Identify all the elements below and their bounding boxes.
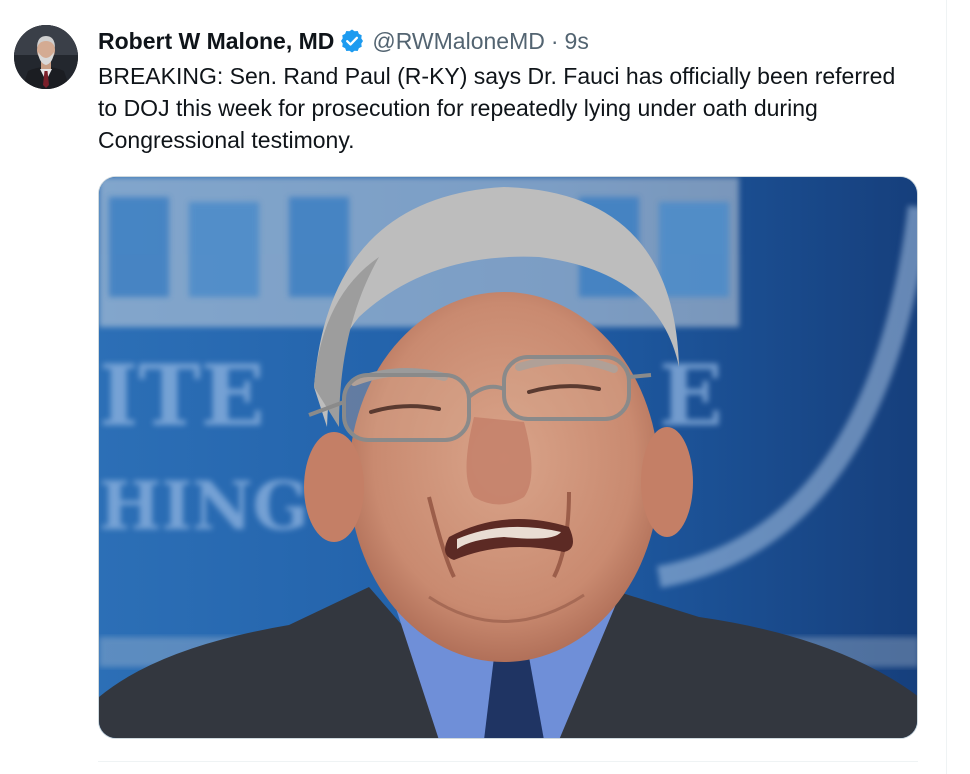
author-handle[interactable]: @RWMaloneMD xyxy=(372,24,544,58)
profile-avatar[interactable] xyxy=(14,25,78,89)
tweet-text: BREAKING: Sen. Rand Paul (R-KY) says Dr.… xyxy=(98,63,896,153)
author-name[interactable]: Robert W Malone, MD xyxy=(98,24,334,58)
tweet-media-image[interactable]: ITE E HING xyxy=(98,176,918,739)
tweet-timestamp[interactable]: 9s xyxy=(565,24,589,58)
tweet-card[interactable]: Robert W Malone, MD @RWMaloneMD · 9s BRE… xyxy=(0,0,946,774)
tweet-header: Robert W Malone, MD @RWMaloneMD · 9s xyxy=(98,24,589,58)
timeline-border xyxy=(946,0,947,774)
verified-badge-icon[interactable] xyxy=(340,29,364,53)
tweet-divider xyxy=(98,761,918,762)
background-lettering: HING xyxy=(99,467,309,545)
background-lettering: ITE xyxy=(99,346,265,445)
separator-dot: · xyxy=(550,28,559,54)
